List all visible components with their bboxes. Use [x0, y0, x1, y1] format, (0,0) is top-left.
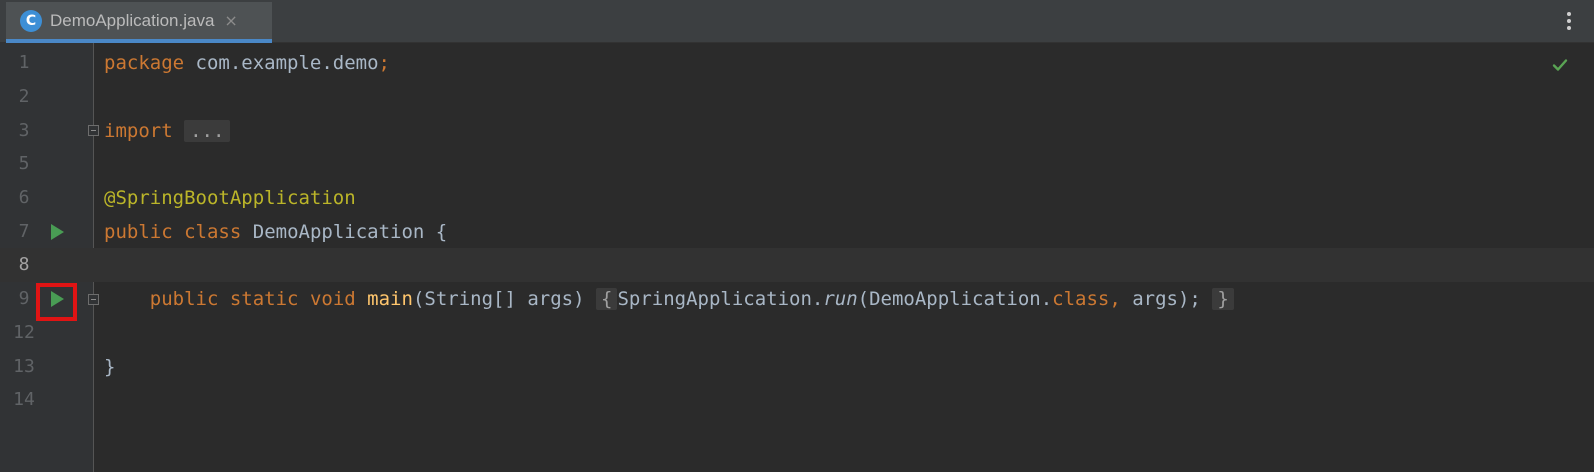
caret-row-highlight — [0, 248, 1594, 282]
code-line-7: public class DemoApplication { — [104, 215, 447, 249]
brace: { — [435, 221, 448, 243]
line-number: 9 — [18, 288, 30, 309]
checkmark-icon[interactable] — [1552, 57, 1568, 73]
more-vertical-icon[interactable] — [1566, 12, 1572, 32]
run-class-gutter-icon[interactable] — [49, 215, 66, 249]
comma: , — [1109, 288, 1121, 310]
fold-imports-icon[interactable] — [88, 125, 99, 136]
fold-main-method-icon[interactable] — [88, 294, 99, 305]
folded-open-brace[interactable]: { — [595, 288, 618, 310]
code-line-6: @SpringBootApplication — [104, 181, 356, 215]
argument: args); — [1120, 288, 1201, 310]
keyword: package — [104, 52, 185, 74]
line-number-current: 8 — [18, 254, 30, 275]
line-number: 12 — [13, 322, 35, 343]
close-tab-icon[interactable]: × — [224, 11, 237, 30]
line-number: 13 — [13, 356, 35, 377]
line-number: 5 — [18, 153, 30, 174]
keyword: class — [184, 221, 242, 243]
brace: } — [104, 356, 116, 378]
folded-imports[interactable]: ... — [184, 120, 231, 142]
line-number: 2 — [18, 86, 30, 107]
parameters: (String[] args) — [412, 288, 585, 310]
run-icon-highlight-box — [36, 283, 77, 321]
code-line-13: } — [104, 350, 115, 384]
line-number: 14 — [13, 389, 35, 410]
keyword: import — [104, 120, 173, 142]
keyword: class — [1052, 288, 1110, 310]
argument: (DemoApplication. — [857, 288, 1053, 310]
code-line-3: import ... — [104, 114, 231, 148]
tab-demo-application[interactable]: C DemoApplication.java × — [6, 2, 272, 43]
tab-title: DemoApplication.java — [50, 10, 215, 30]
line-number: 7 — [18, 221, 30, 242]
code-line-1: package com.example.demo; — [104, 46, 390, 80]
semicolon: ; — [378, 52, 390, 74]
keyword: void — [309, 288, 356, 310]
annotation: @SpringBootApplication — [104, 187, 356, 209]
class-name: DemoApplication — [252, 221, 425, 243]
line-number: 3 — [18, 120, 30, 141]
call-target: SpringApplication. — [617, 288, 824, 310]
keyword: public — [104, 221, 173, 243]
java-class-icon-letter: C — [25, 12, 37, 29]
keyword: public — [149, 288, 219, 310]
line-number: 1 — [18, 52, 30, 73]
code-line-9: public static void main(String[] args) {… — [104, 282, 1234, 316]
java-class-icon: C — [20, 9, 42, 32]
folded-close-brace[interactable]: } — [1212, 288, 1234, 310]
line-number: 6 — [18, 187, 30, 208]
editor-tab-bar: C DemoApplication.java × — [0, 0, 1594, 43]
package-name: com.example.demo — [184, 52, 379, 74]
call-method: run — [823, 288, 858, 310]
method-name: main — [367, 288, 413, 310]
keyword: static — [229, 288, 299, 310]
